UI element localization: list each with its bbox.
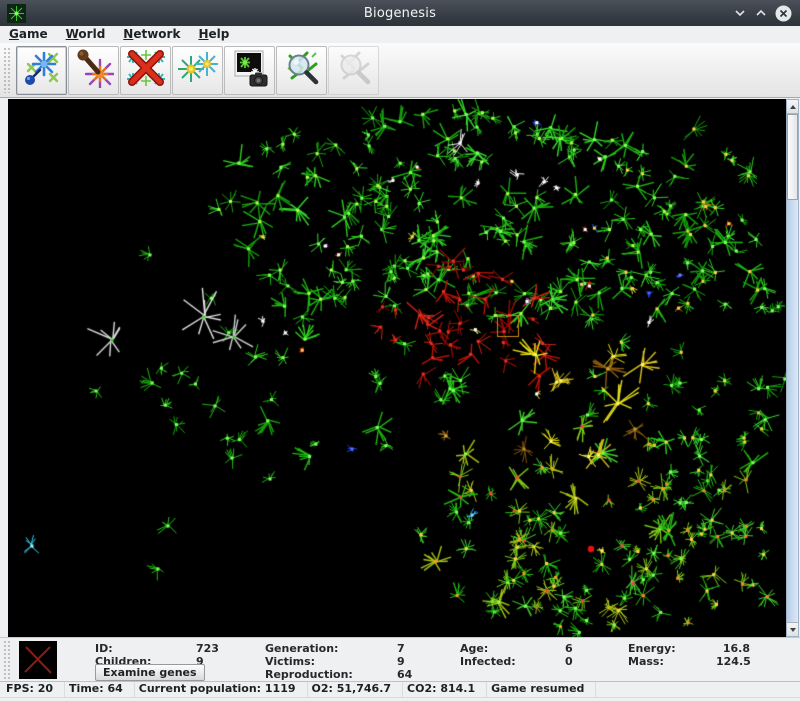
status-o2: O2: 51,746.7 [308,682,404,697]
menu-help[interactable]: Help [189,26,238,43]
id-value: 723 [196,642,219,655]
info-row-energy: Energy:16.8 [628,642,750,655]
magnify-organism-button[interactable] [276,46,327,95]
menubar: GameWorldNetworkHelp [0,26,800,44]
magnify-organism-disabled-icon [334,48,374,92]
minimize-button[interactable] [733,6,747,20]
close-button[interactable] [775,5,792,22]
magnify-organism-disabled-button[interactable] [328,46,379,95]
infected-value: 0 [565,655,573,668]
feed-organism-icon [22,48,62,92]
energy-label: Energy: [628,642,716,655]
scrollbar-thumb[interactable] [787,114,798,200]
menu-network[interactable]: Network [114,26,189,43]
info-column-2: Generation:7Victims:9Reproduction:64 [265,642,430,681]
status-message: Game resumed [487,682,596,697]
scroll-up-button[interactable] [787,100,798,114]
take-picture-button[interactable] [224,46,275,95]
info-row-victims: Victims:9 [265,655,430,668]
age-label: Age: [460,642,565,655]
magnify-organism-icon [282,48,322,92]
info-column-4: Energy:16.8Mass:124.5 [628,642,750,668]
weaken-organism-icon [74,48,114,92]
menu-game[interactable]: Game [0,26,57,43]
info-row-age: Age:6 [460,642,580,655]
triangle-down-icon [790,628,796,632]
kill-organism-button[interactable] [120,46,171,95]
status-population: Current population: 1119 [135,682,308,697]
organism-info-panel: ID:723Children:9 Generation:7Victims:9Re… [0,637,800,681]
toolbar [0,43,800,98]
weaken-organism-button[interactable] [68,46,119,95]
selected-organism-preview [19,641,57,679]
info-row-mass: Mass:124.5 [628,655,750,668]
info-row-reproduction: Reproduction:64 [265,668,430,681]
mass-value: 124.5 [716,655,751,668]
status-fps: FPS: 20 [2,682,65,697]
copy-organism-icon [178,48,218,92]
info-row-infected: Infected:0 [460,655,580,668]
status-time: Time: 64 [65,682,135,697]
info-row-generation: Generation:7 [265,642,430,655]
vertical-scrollbar[interactable] [786,99,799,637]
victims-label: Victims: [265,655,397,668]
examine-genes-button[interactable]: Examine genes [95,664,205,681]
generation-value: 7 [397,642,405,655]
age-value: 6 [565,642,573,655]
copy-organism-button[interactable] [172,46,223,95]
toolbar-drag-handle[interactable] [3,47,12,93]
generation-label: Generation: [265,642,397,655]
biogenesis-window: Biogenesis GameWorldNetworkHelp [0,0,800,701]
world-canvas[interactable] [8,99,786,637]
victims-value: 9 [397,655,405,668]
menu-world[interactable]: World [57,26,115,43]
status-co2: CO2: 814.1 [403,682,487,697]
window-title: Biogenesis [0,6,800,21]
id-label: ID: [95,642,196,655]
triangle-up-icon [790,105,796,109]
infected-label: Infected: [460,655,565,668]
titlebar[interactable]: Biogenesis [0,0,800,26]
take-picture-icon [230,48,270,92]
feed-organism-button[interactable] [16,46,67,95]
reproduction-value: 64 [397,668,412,681]
mass-label: Mass: [628,655,716,668]
scroll-down-button[interactable] [787,622,798,636]
kill-organism-icon [126,48,166,92]
status-bar: FPS: 20Time: 64Current population: 1119O… [0,681,800,698]
info-column-3: Age:6Infected:0 [460,642,580,668]
maximize-button[interactable] [754,6,768,20]
app-icon [7,4,26,23]
info-panel-drag-handle[interactable] [3,640,12,679]
info-row-id: ID:723 [95,642,225,655]
reproduction-label: Reproduction: [265,668,397,681]
energy-value: 16.8 [716,642,750,655]
